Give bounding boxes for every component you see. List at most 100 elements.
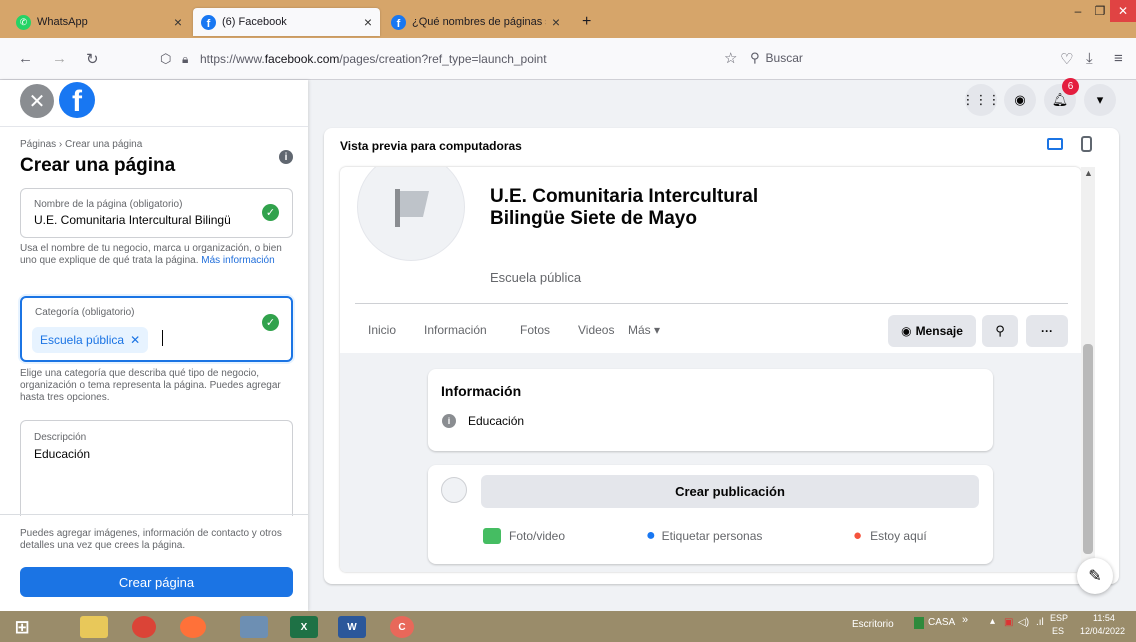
tab-fotos[interactable]: Fotos [520, 323, 550, 337]
category-field[interactable]: Categoría (obligatorio) Escuela pública ✕… [20, 296, 293, 362]
menu-icon[interactable]: ≡ [1114, 50, 1123, 67]
info-icon[interactable]: i [279, 150, 293, 164]
action-label: Estoy aquí [870, 528, 927, 543]
forward-arrow-icon[interactable]: → [52, 50, 67, 67]
back-arrow-icon[interactable]: ← [18, 50, 33, 67]
scrollbar-thumb[interactable] [1083, 344, 1093, 554]
plus-icon: + [582, 13, 592, 30]
download-icon[interactable]: ⤓ [1086, 50, 1093, 67]
window-close-button[interactable]: ✕ [1110, 0, 1136, 22]
page-name-field[interactable]: Nombre de la página (obligatorio) U.E. C… [20, 188, 293, 238]
reload-icon[interactable]: ↻ [86, 50, 99, 68]
search-field[interactable]: ⚲ Buscar [750, 43, 1020, 73]
page-preview-frame: U.E. Comunitaria Intercultural Bilingüe … [340, 167, 1081, 572]
keyboard-layout-indicator[interactable]: ES [1052, 626, 1064, 636]
edit-icon: ✎ [1088, 568, 1102, 585]
create-post-card: Crear publicación Foto/video ● Etiquetar … [428, 465, 993, 564]
firefox-icon[interactable] [180, 616, 206, 638]
clock-time[interactable]: 11:54 [1093, 613, 1115, 623]
page-name-input[interactable]: U.E. Comunitaria Intercultural Bilingü [34, 213, 231, 227]
text-cursor [162, 330, 163, 346]
tray-up-arrow-icon[interactable]: ▴ [990, 616, 995, 627]
info-title: Información [441, 383, 522, 399]
pocket-icon[interactable]: ♡ [1060, 50, 1073, 68]
preview-label: Vista previa para computadoras [340, 139, 522, 153]
footer-note: Puedes agregar imágenes, información de … [20, 528, 282, 551]
signal-icon[interactable]: .ıl [1036, 617, 1044, 628]
tab-videos[interactable]: Videos [578, 323, 614, 337]
menu-grid-icon[interactable]: ⋮⋮⋮ [962, 84, 1001, 116]
flag-icon [395, 189, 429, 227]
windows-start-icon[interactable]: ⊞ [8, 616, 36, 638]
notification-badge: 6 [1062, 78, 1079, 95]
create-post-button[interactable]: Crear publicación [481, 475, 979, 508]
ellipsis-icon: ··· [1041, 324, 1053, 338]
word-icon[interactable]: W [338, 616, 366, 638]
clock-date[interactable]: 12/04/2022 [1080, 626, 1125, 636]
messenger-icon[interactable]: ◉ [1004, 84, 1036, 116]
compose-button[interactable]: ✎ [1077, 558, 1113, 594]
message-button[interactable]: ◉ Mensaje [888, 315, 976, 347]
description-input[interactable]: Educación [34, 447, 90, 461]
new-tab-button[interactable]: + [574, 8, 598, 36]
tag-people-action[interactable]: ● Etiquetar personas [646, 527, 762, 545]
toolbar-expand-icon[interactable]: » [962, 614, 968, 626]
photo-video-action[interactable]: Foto/video [483, 528, 565, 544]
search-placeholder: Buscar [765, 51, 803, 65]
remove-chip-icon[interactable]: ✕ [130, 333, 140, 347]
volume-icon[interactable]: ◁) [1018, 617, 1029, 628]
lock-icon: 🔒︎ [182, 51, 189, 66]
create-page-button[interactable]: Crear página [20, 567, 293, 597]
scroll-up-icon[interactable]: ▲ [1084, 168, 1093, 178]
tab-whatsapp[interactable]: ✆ WhatsApp × [8, 8, 190, 36]
desktop-toolbar[interactable]: Escritorio [852, 619, 894, 630]
more-info-link[interactable]: Más información [201, 255, 274, 266]
casa-folder-icon [914, 617, 924, 629]
excel-icon[interactable]: X [290, 616, 318, 638]
close-icon[interactable]: × [174, 14, 182, 30]
facebook-icon: f [391, 14, 406, 30]
checkmark-icon: ✓ [262, 204, 279, 221]
whatsapp-icon: ✆ [16, 14, 31, 30]
tab-informacion[interactable]: Información [424, 323, 487, 337]
info-icon: i [442, 414, 456, 428]
more-options-button[interactable]: ··· [1026, 315, 1068, 347]
divider [0, 514, 308, 515]
minimize-button[interactable]: – [1066, 0, 1090, 22]
tab-facebook[interactable]: f (6) Facebook × [193, 8, 380, 36]
calculator-icon[interactable] [240, 616, 268, 638]
tab-inicio[interactable]: Inicio [368, 323, 396, 337]
bookmark-star-icon[interactable]: ☆ [724, 49, 737, 67]
facebook-logo-icon[interactable]: f [59, 82, 95, 118]
shield-icon: ⬡ [160, 51, 172, 66]
close-icon[interactable]: × [552, 14, 560, 30]
tab-more[interactable]: Más ▾ [628, 323, 660, 337]
account-menu-chevron-icon[interactable]: ▾ [1084, 84, 1116, 116]
chip-label: Escuela pública [40, 333, 125, 347]
category-help-text: Elige una categoría que describa qué tip… [20, 368, 281, 403]
info-item: Educación [468, 414, 525, 428]
language-indicator[interactable]: ESP [1050, 613, 1068, 623]
file-explorer-icon[interactable] [80, 616, 108, 638]
tab-page-names[interactable]: f ¿Qué nombres de páginas se ad × [383, 8, 568, 36]
name-help-text: Usa el nombre de tu negocio, marca u org… [20, 243, 295, 267]
url-domain: facebook.com [264, 52, 340, 66]
casa-toolbar[interactable]: CASA [928, 617, 955, 628]
network-warning-icon[interactable]: ▣ [1004, 617, 1013, 628]
preview-category: Escuela pública [490, 270, 582, 285]
address-bar[interactable]: ⬡ 🔒︎ https://www. facebook.com/pages/crea… [160, 44, 740, 74]
photo-icon [483, 528, 501, 544]
search-button[interactable]: ⚲ [982, 315, 1018, 347]
chrome-icon[interactable] [132, 616, 156, 638]
page-title: Crear una página [20, 155, 176, 176]
category-chip[interactable]: Escuela pública ✕ [32, 327, 149, 353]
tag-people-icon: ● [646, 527, 656, 544]
maximize-button[interactable]: ❐ [1090, 0, 1110, 22]
desktop-view-icon[interactable] [1047, 138, 1063, 150]
close-icon[interactable]: × [364, 14, 372, 30]
close-panel-button[interactable]: ✕ [20, 84, 54, 118]
description-field[interactable]: Descripción Educación [20, 420, 293, 516]
check-in-action[interactable]: ● Estoy aquí [853, 527, 927, 544]
app-icon[interactable]: C [390, 616, 414, 638]
mobile-view-icon[interactable] [1081, 136, 1092, 152]
